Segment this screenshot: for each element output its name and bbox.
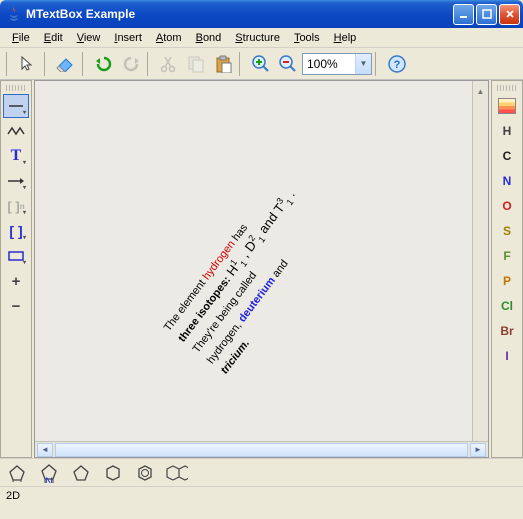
- select-tool-button[interactable]: [15, 51, 41, 77]
- minimize-button[interactable]: [453, 4, 474, 25]
- element-p-button[interactable]: P: [494, 269, 520, 293]
- workspace: T [ ]n [ ] + − The element hydrogen has …: [0, 80, 523, 458]
- status-bar: 2D: [0, 486, 523, 506]
- paste-button[interactable]: [210, 51, 236, 77]
- element-o-button[interactable]: O: [494, 194, 520, 218]
- menu-bond[interactable]: Bond: [190, 30, 228, 46]
- close-button[interactable]: [499, 4, 520, 25]
- menu-edit[interactable]: Edit: [38, 30, 69, 46]
- redo-button[interactable]: [118, 51, 144, 77]
- element-cl-button[interactable]: Cl: [494, 294, 520, 318]
- scroll-left-button[interactable]: ◄: [37, 443, 53, 457]
- menu-view[interactable]: View: [71, 30, 107, 46]
- palette-grip: [497, 85, 517, 91]
- menu-help[interactable]: Help: [328, 30, 363, 46]
- bracket-subscript-tool[interactable]: [ ]n: [3, 194, 29, 218]
- arrow-tool[interactable]: [3, 169, 29, 193]
- charge-plus-tool[interactable]: +: [3, 269, 29, 293]
- eraser-button[interactable]: [53, 51, 79, 77]
- charge-minus-tool[interactable]: −: [3, 294, 29, 318]
- zoom-value[interactable]: 100%: [303, 57, 355, 71]
- periodic-table-icon: [498, 98, 516, 114]
- hscroll-thumb[interactable]: [55, 443, 468, 457]
- ring-template-bar: N: [0, 458, 523, 486]
- java-icon: [6, 6, 22, 22]
- naphthalene-button[interactable]: [166, 464, 188, 482]
- maximize-button[interactable]: [476, 4, 497, 25]
- zoom-in-button[interactable]: [248, 51, 274, 77]
- chain-tool[interactable]: [3, 119, 29, 143]
- svg-text:N: N: [45, 476, 53, 483]
- drawing-canvas[interactable]: The element hydrogen has three isotopes:…: [35, 81, 488, 441]
- help-button[interactable]: ?: [384, 51, 410, 77]
- window-titlebar: MTextBox Example: [0, 0, 523, 28]
- zoom-out-button[interactable]: [275, 51, 301, 77]
- benzene-button[interactable]: [134, 464, 156, 482]
- menu-insert[interactable]: Insert: [108, 30, 148, 46]
- cyclopentadiene-button[interactable]: [6, 464, 28, 482]
- menu-file[interactable]: File: [6, 30, 36, 46]
- zoom-combo[interactable]: 100% ▼: [302, 53, 372, 75]
- window-title: MTextBox Example: [26, 7, 453, 21]
- zoom-dropdown-button[interactable]: ▼: [355, 54, 371, 74]
- pyrrole-button[interactable]: N: [38, 464, 60, 482]
- undo-button[interactable]: [91, 51, 117, 77]
- status-mode: 2D: [6, 490, 20, 502]
- scroll-up-icon[interactable]: ▲: [477, 87, 485, 96]
- scroll-thumb[interactable]: [474, 96, 488, 441]
- toolbar-grip: [6, 52, 12, 76]
- element-br-button[interactable]: Br: [494, 319, 520, 343]
- cyclohexane-button[interactable]: [102, 464, 124, 482]
- bracket-tool[interactable]: [ ]: [3, 219, 29, 243]
- menu-bar: File Edit View Insert Atom Bond Structur…: [0, 28, 523, 48]
- svg-text:?: ?: [394, 59, 401, 71]
- menu-tools[interactable]: Tools: [288, 30, 326, 46]
- element-s-button[interactable]: S: [494, 219, 520, 243]
- canvas-hscroll[interactable]: ◄ ►: [35, 441, 488, 457]
- palette-grip: [6, 85, 26, 91]
- periodic-table-button[interactable]: [494, 94, 520, 118]
- right-palette: H C N O S F P Cl Br I: [491, 80, 523, 458]
- copy-button[interactable]: [183, 51, 209, 77]
- element-f-button[interactable]: F: [494, 244, 520, 268]
- main-toolbar: 100% ▼ ?: [0, 48, 523, 80]
- left-palette: T [ ]n [ ] + −: [0, 80, 32, 458]
- element-n-button[interactable]: N: [494, 169, 520, 193]
- element-c-button[interactable]: C: [494, 144, 520, 168]
- rotated-textbox[interactable]: The element hydrogen has three isotopes:…: [158, 144, 365, 377]
- text-tool[interactable]: T: [3, 144, 29, 168]
- scroll-right-button[interactable]: ►: [470, 443, 486, 457]
- canvas-vscroll[interactable]: ▲: [472, 81, 488, 441]
- rectangle-tool[interactable]: [3, 244, 29, 268]
- cut-button[interactable]: [156, 51, 182, 77]
- element-i-button[interactable]: I: [494, 344, 520, 368]
- element-h-button[interactable]: H: [494, 119, 520, 143]
- menu-structure[interactable]: Structure: [229, 30, 286, 46]
- menu-atom[interactable]: Atom: [150, 30, 188, 46]
- canvas-area: The element hydrogen has three isotopes:…: [34, 80, 489, 458]
- single-bond-tool[interactable]: [3, 94, 29, 118]
- cyclopentane-button[interactable]: [70, 464, 92, 482]
